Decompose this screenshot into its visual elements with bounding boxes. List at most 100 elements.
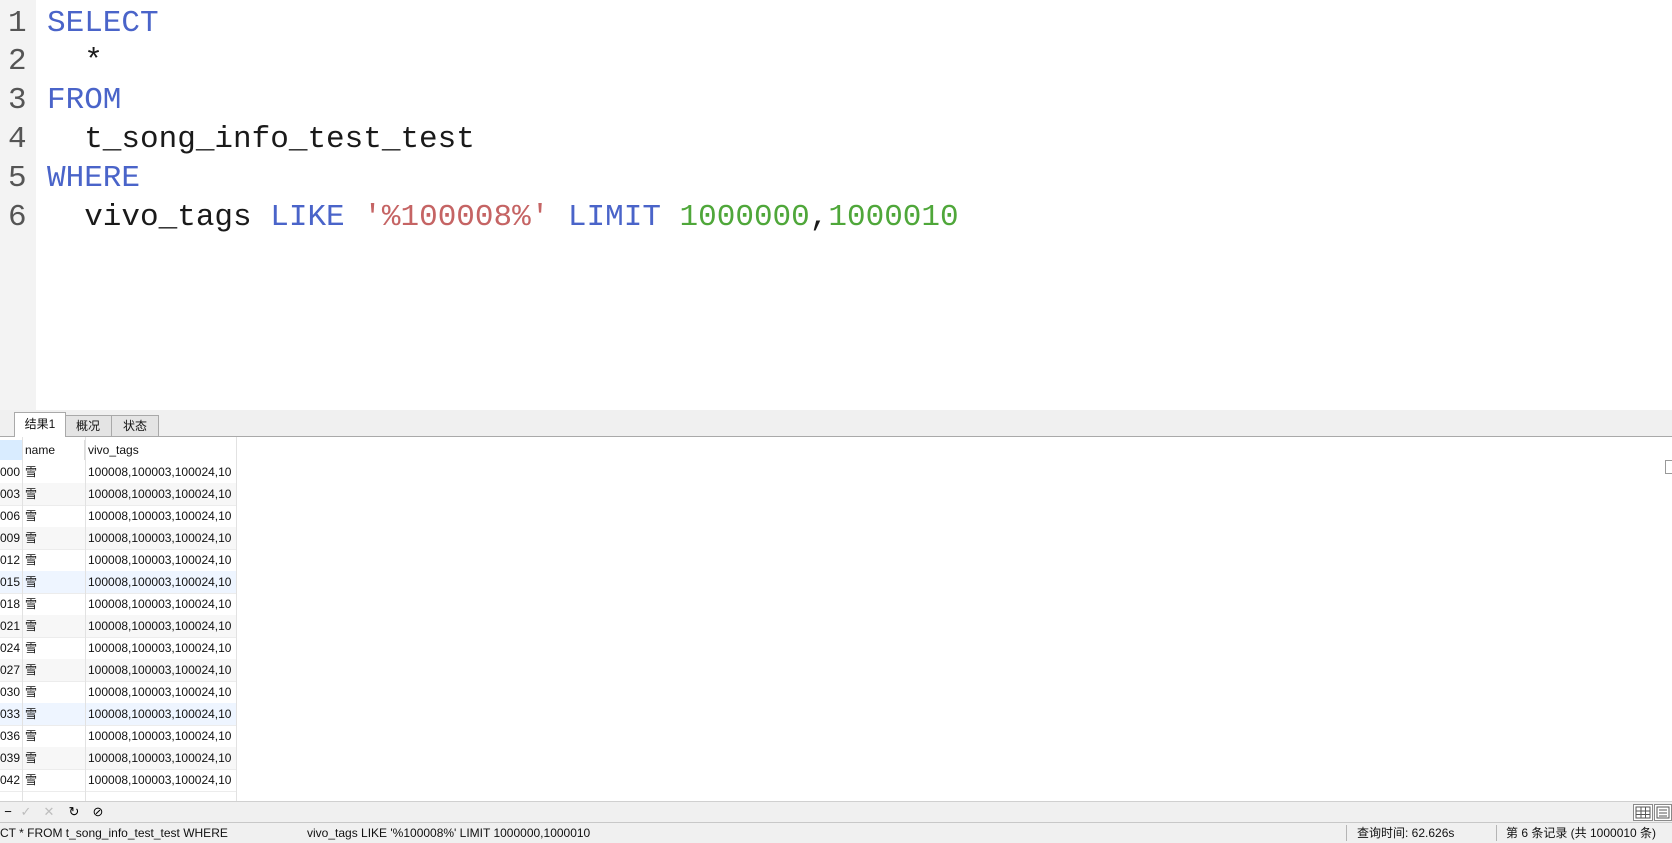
apply-changes-icon: ✓ (20, 804, 32, 819)
table-row[interactable]: 006 雪 100008,100003,100024,10 (0, 505, 237, 528)
name-cell[interactable]: 雪 (25, 703, 85, 725)
row-id-cell[interactable]: 009 (0, 527, 20, 549)
row-id-cell[interactable]: 030 (0, 681, 20, 703)
line-number: 3 (8, 83, 27, 118)
name-cell[interactable]: 雪 (25, 659, 85, 681)
refresh-icon: ↻ (68, 804, 80, 819)
vivo-tags-cell[interactable]: 100008,100003,100024,10 (88, 703, 236, 725)
tab-result-1[interactable]: 结果1 (14, 412, 66, 437)
table-row[interactable]: 018 雪 100008,100003,100024,10 (0, 593, 237, 616)
table-row[interactable]: 033 雪 100008,100003,100024,10 (0, 703, 237, 726)
name-cell[interactable]: 雪 (25, 461, 85, 483)
sql-token-kw: LIMIT (567, 200, 661, 235)
row-id-cell[interactable]: 033 (0, 703, 20, 725)
code-line[interactable]: 3 FROM (0, 81, 121, 120)
table-row[interactable]: 030 雪 100008,100003,100024,10 (0, 681, 237, 704)
row-id-cell[interactable]: 042 (0, 769, 20, 791)
code-line[interactable]: 6 vivo_tags LIKE '%100008%' LIMIT 100000… (0, 198, 959, 237)
row-header-corner[interactable] (0, 440, 23, 460)
name-cell[interactable]: 雪 (25, 747, 85, 769)
tab-profile[interactable]: 概况 (64, 415, 112, 436)
row-id-cell[interactable]: 027 (0, 659, 20, 681)
table-row[interactable]: 024 雪 100008,100003,100024,10 (0, 637, 237, 660)
line-number: 4 (8, 122, 27, 157)
vivo-tags-cell[interactable]: 100008,100003,100024,10 (88, 659, 236, 681)
code-text: FROM (47, 81, 121, 120)
row-id-cell[interactable]: 015 (0, 571, 20, 593)
sql-token-plain: t_song_info_test_test (47, 122, 475, 157)
vivo-tags-cell[interactable]: 100008,100003,100024,10 (88, 615, 236, 637)
scrollbar-edge[interactable] (1665, 460, 1672, 474)
table-row[interactable]: 027 雪 100008,100003,100024,10 (0, 659, 237, 682)
vivo-tags-cell[interactable]: 100008,100003,100024,10 (88, 681, 236, 703)
column-header-vivo-tags[interactable]: vivo_tags (86, 440, 237, 460)
form-view-button[interactable] (1654, 804, 1672, 821)
name-cell[interactable]: 雪 (25, 483, 85, 505)
delete-record-button[interactable]: − (0, 803, 16, 821)
name-cell[interactable]: 雪 (25, 769, 85, 791)
name-cell[interactable]: 雪 (25, 571, 85, 593)
table-row[interactable]: 000 雪 100008,100003,100024,10 (0, 461, 237, 484)
code-text: SELECT (47, 4, 159, 43)
table-row[interactable]: 009 雪 100008,100003,100024,10 (0, 527, 237, 550)
vivo-tags-cell[interactable]: 100008,100003,100024,10 (88, 483, 236, 505)
vivo-tags-cell[interactable]: 100008,100003,100024,10 (88, 593, 236, 615)
status-query-text-2: vivo_tags LIKE '%100008%' LIMIT 1000000,… (307, 826, 591, 840)
vivo-tags-cell[interactable]: 100008,100003,100024,10 (88, 461, 236, 483)
table-row[interactable]: 039 雪 100008,100003,100024,10 (0, 747, 237, 770)
table-row[interactable]: 036 雪 100008,100003,100024,10 (0, 725, 237, 748)
sql-token-plain: * (47, 44, 103, 79)
code-line[interactable]: 5 WHERE (0, 159, 140, 198)
refresh-button[interactable]: ↻ (66, 803, 82, 821)
vivo-tags-cell[interactable]: 100008,100003,100024,10 (88, 571, 236, 593)
row-id-cell[interactable]: 006 (0, 505, 20, 527)
grid-view-button[interactable] (1633, 804, 1653, 821)
row-id-cell[interactable]: 012 (0, 549, 20, 571)
vivo-tags-cell[interactable]: 100008,100003,100024,10 (88, 549, 236, 571)
name-cell[interactable]: 雪 (25, 725, 85, 747)
row-id-cell[interactable]: 036 (0, 725, 20, 747)
vivo-tags-cell[interactable]: 100008,100003,100024,10 (88, 505, 236, 527)
stop-button[interactable]: ⊘ (90, 803, 106, 821)
code-line[interactable]: 1 SELECT (0, 4, 159, 43)
status-bar: CT * FROM t_song_info_test_test WHERE vi… (0, 822, 1672, 843)
row-id-cell[interactable]: 021 (0, 615, 20, 637)
vivo-tags-cell[interactable]: 100008,100003,100024,10 (88, 527, 236, 549)
name-cell[interactable]: 雪 (25, 681, 85, 703)
row-id-cell[interactable]: 039 (0, 747, 20, 769)
sql-token-kw: LIKE (270, 200, 345, 235)
vivo-tags-cell[interactable]: 100008,100003,100024,10 (88, 725, 236, 747)
grid-toolbar: − ✓ ✕ ↻ ⊘ (0, 801, 1672, 822)
result-grid[interactable]: name vivo_tags 000 雪 100008,100003,100024,… (0, 437, 1672, 801)
code-line[interactable]: 2 * (0, 42, 103, 81)
vivo-tags-cell[interactable]: 100008,100003,100024,10 (88, 747, 236, 769)
code-text: t_song_info_test_test (47, 120, 475, 159)
name-cell[interactable]: 雪 (25, 505, 85, 527)
sql-token-kw: SELECT (47, 6, 159, 41)
discard-changes-button[interactable]: ✕ (41, 803, 57, 821)
sql-token-num: 1000010 (828, 200, 959, 235)
name-cell[interactable]: 雪 (25, 637, 85, 659)
table-row[interactable]: 012 雪 100008,100003,100024,10 (0, 549, 237, 572)
name-cell[interactable]: 雪 (25, 527, 85, 549)
apply-changes-button[interactable]: ✓ (18, 803, 34, 821)
row-id-cell[interactable]: 003 (0, 483, 20, 505)
delete-record-icon: − (4, 804, 12, 819)
table-row[interactable]: 042 雪 100008,100003,100024,10 (0, 769, 237, 792)
row-id-cell[interactable]: 024 (0, 637, 20, 659)
vivo-tags-cell[interactable]: 100008,100003,100024,10 (88, 769, 236, 791)
sql-editor[interactable]: 1 SELECT 2 * 3 FROM 4 t_song_info_test_test 5 W… (0, 0, 1672, 410)
table-row[interactable]: 015 雪 100008,100003,100024,10 (0, 571, 237, 594)
row-id-cell[interactable]: 000 (0, 461, 20, 483)
sql-token-plain (345, 200, 364, 235)
table-row[interactable]: 003 雪 100008,100003,100024,10 (0, 483, 237, 506)
table-row[interactable]: 021 雪 100008,100003,100024,10 (0, 615, 237, 638)
name-cell[interactable]: 雪 (25, 615, 85, 637)
column-header-name[interactable]: name (22, 440, 85, 460)
name-cell[interactable]: 雪 (25, 549, 85, 571)
tab-status[interactable]: 状态 (111, 415, 159, 436)
code-line[interactable]: 4 t_song_info_test_test (0, 120, 475, 159)
vivo-tags-cell[interactable]: 100008,100003,100024,10 (88, 637, 236, 659)
name-cell[interactable]: 雪 (25, 593, 85, 615)
row-id-cell[interactable]: 018 (0, 593, 20, 615)
